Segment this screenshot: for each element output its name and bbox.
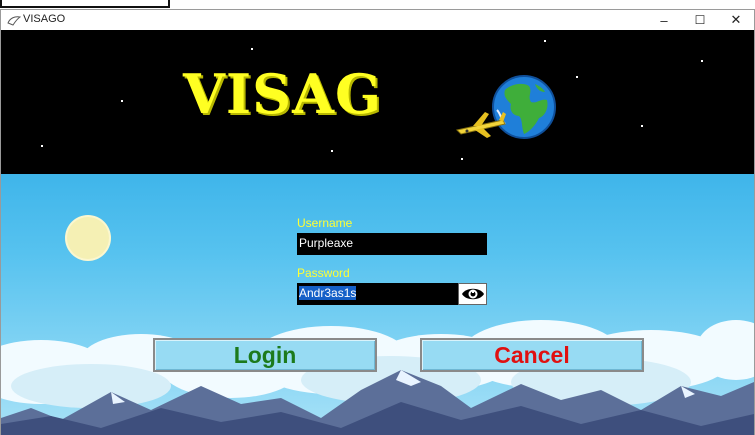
login-content: VISAG Username Purpleaxe Password Andr3a… [1,30,754,435]
window-title: VISAGO [23,13,66,25]
close-button[interactable]: ✕ [718,10,754,30]
header-banner: VISAG [1,30,754,174]
password-label: Password [297,266,350,280]
cancel-button[interactable]: Cancel [420,338,644,372]
login-button-label: Login [233,341,297,368]
sun-icon [67,217,109,259]
cancel-button-label: Cancel [494,341,570,368]
username-label: Username [297,216,353,230]
app-window: VISAGO – ☐ ✕ VISAG Username Purpleaxe Pa… [0,9,755,435]
password-input[interactable]: Andr3as1s [297,283,458,305]
annotation-box [0,0,170,8]
screen-top-strip [0,0,755,9]
show-password-button[interactable] [458,283,487,305]
password-value: Andr3as1s [299,286,357,300]
airplane-icon [455,112,506,138]
username-input[interactable]: Purpleaxe [297,233,487,255]
app-icon [7,16,21,26]
eye-icon [461,288,484,300]
maximize-button[interactable]: ☐ [682,10,718,30]
title-bar[interactable]: VISAGO – ☐ ✕ [1,10,754,30]
close-icon: ✕ [730,12,742,27]
minimize-button[interactable]: – [646,10,682,30]
login-button[interactable]: Login [153,338,377,372]
username-value: Purpleaxe [299,236,354,250]
maximize-icon: ☐ [694,13,706,27]
minimize-icon: – [660,12,668,28]
app-logo-text: VISAG [183,62,383,126]
